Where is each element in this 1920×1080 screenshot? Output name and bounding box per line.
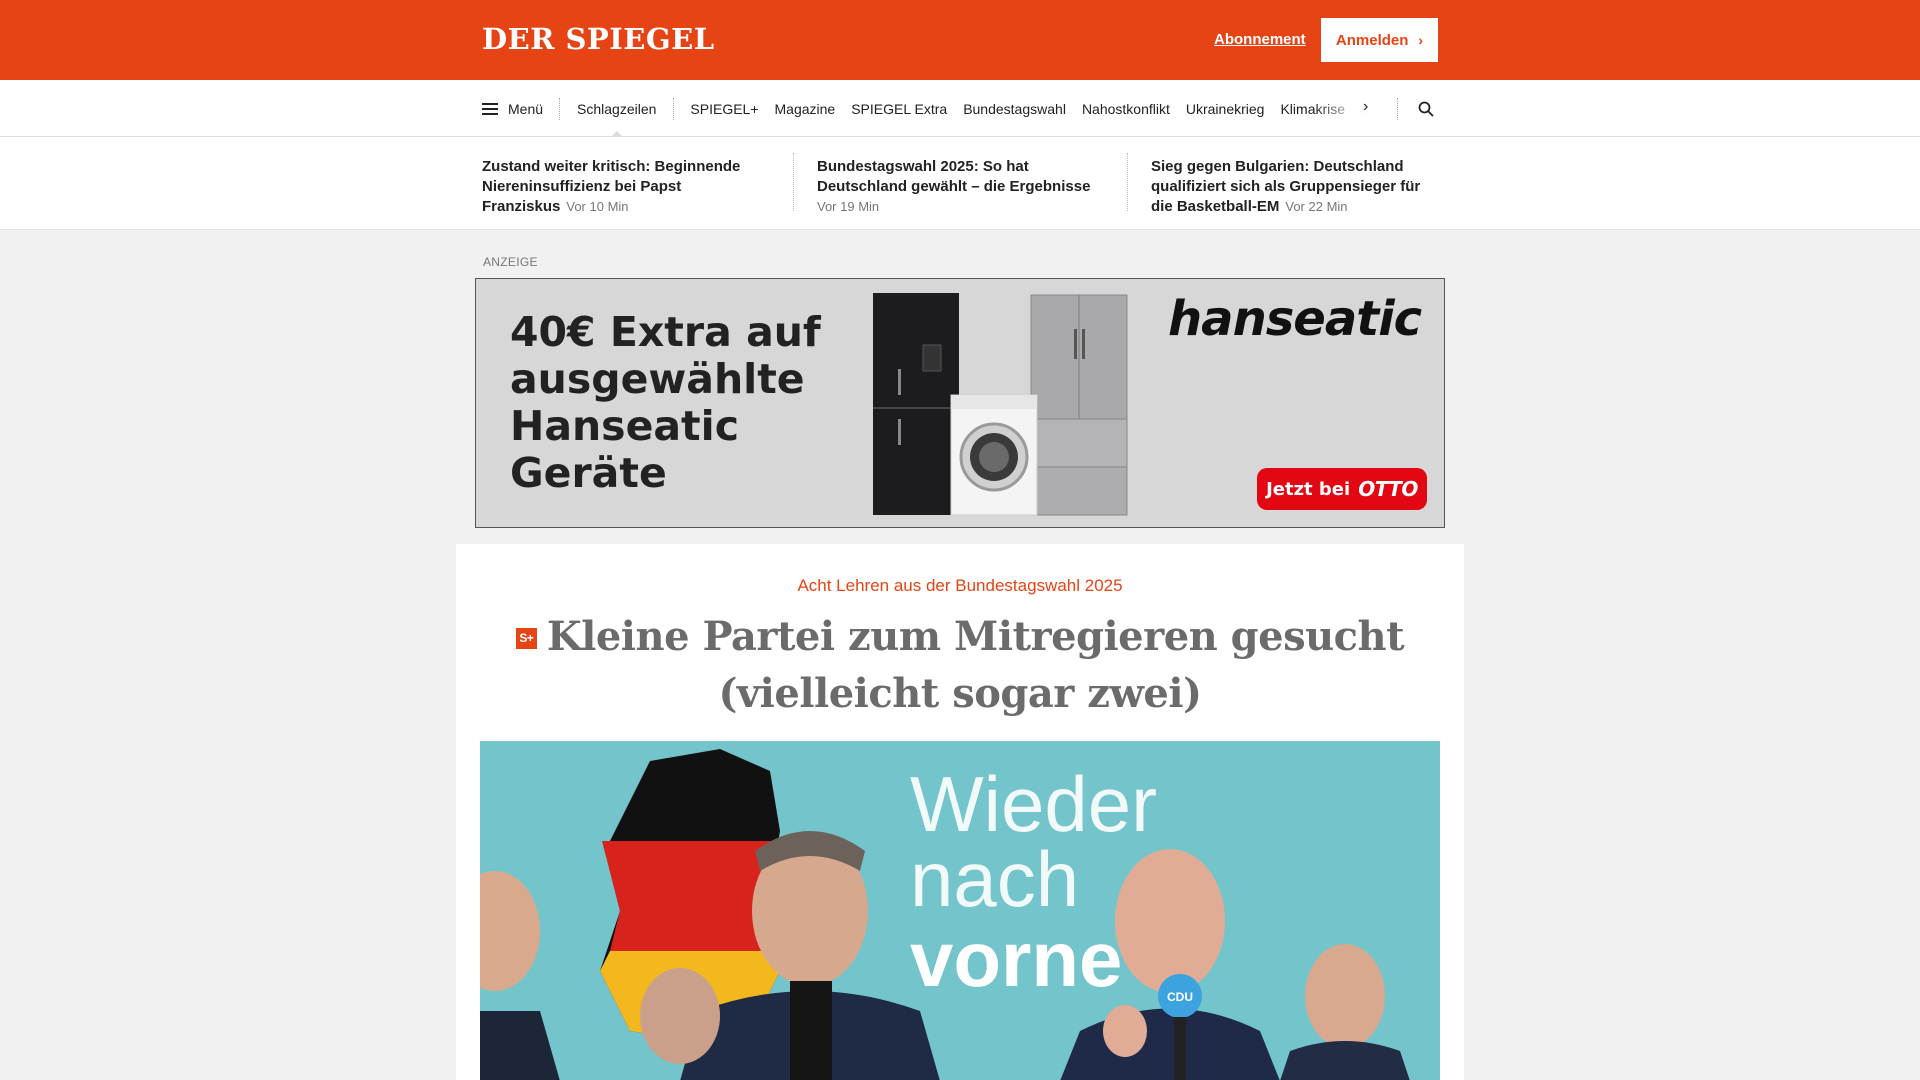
nav-item-spiegel-extra[interactable]: SPIEGEL Extra bbox=[851, 101, 947, 117]
menu-button[interactable]: Menü bbox=[482, 101, 559, 117]
breaking-item[interactable]: Sieg gegen Bulgarien: Deutschland qualif… bbox=[1151, 157, 1441, 217]
advertisement-banner[interactable]: 40€ Extra auf ausgewählte Hanseatic Gerä… bbox=[475, 278, 1445, 528]
appliances-image bbox=[873, 293, 1128, 516]
nav-item-magazine[interactable]: Magazine bbox=[775, 101, 836, 117]
breaking-time: Vor 10 Min bbox=[566, 199, 629, 214]
breaking-item[interactable]: Bundestagswahl 2025: So hat Deutschland … bbox=[817, 157, 1107, 217]
lead-article-card[interactable]: Acht Lehren aus der Bundestagswahl 2025 … bbox=[456, 544, 1464, 1080]
headline-text: Kleine Partei zum Mitregieren gesucht (v… bbox=[546, 613, 1405, 717]
nav-divider bbox=[1397, 98, 1398, 120]
hanseatic-logo: hanseatic bbox=[1168, 291, 1422, 347]
article-kicker: Acht Lehren aus der Bundestagswahl 2025 bbox=[797, 576, 1123, 595]
breaking-title: Bundestagswahl 2025: So hat Deutschland … bbox=[817, 158, 1091, 195]
nav-scroll-right-icon[interactable]: › bbox=[1363, 98, 1368, 116]
menu-label: Menü bbox=[508, 100, 544, 117]
nav-item-schlagzeilen[interactable]: Schlagzeilen bbox=[560, 80, 673, 137]
article-headline[interactable]: S+ Kleine Partei zum Mitregieren gesucht … bbox=[456, 608, 1464, 722]
breaking-time: Vor 22 Min bbox=[1285, 199, 1348, 214]
top-header: DER SPIEGEL Abonnement Anmelden › bbox=[0, 0, 1920, 80]
login-button-label: Anmelden bbox=[1335, 31, 1409, 49]
subscription-link[interactable]: Abonnement bbox=[1214, 31, 1306, 48]
microphone-label: CDU bbox=[1167, 990, 1193, 1004]
breaking-time: Vor 19 Min bbox=[817, 199, 880, 214]
hero-photo: Wieder nach vorne CDU bbox=[480, 741, 1440, 1080]
breaking-news-bar: Zustand weiter kritisch: Beginnende Nier… bbox=[0, 137, 1920, 230]
otto-logo: OTTO bbox=[1358, 477, 1418, 501]
article-hero-image[interactable]: Wieder nach vorne CDU bbox=[480, 741, 1440, 1080]
nav-item-nahostkonflikt[interactable]: Nahostkonflikt bbox=[1082, 101, 1170, 117]
otto-cta-button[interactable]: Jetzt bei OTTO bbox=[1257, 468, 1427, 510]
nav-item-ukrainekrieg[interactable]: Ukrainekrieg bbox=[1186, 101, 1265, 117]
ad-label: ANZEIGE bbox=[483, 255, 538, 269]
hero-slogan-line2: nach bbox=[910, 835, 1079, 923]
spiegel-logo[interactable]: DER SPIEGEL bbox=[482, 22, 715, 56]
main-navigation: Menü Schlagzeilen SPIEGEL+ Magazine SPIE… bbox=[0, 80, 1920, 137]
ad-headline: 40€ Extra auf ausgewählte Hanseatic Gerä… bbox=[510, 308, 821, 497]
nav-item-klimakrise[interactable]: Klimakrise bbox=[1280, 101, 1345, 117]
breaking-item[interactable]: Zustand weiter kritisch: Beginnende Nier… bbox=[482, 157, 772, 217]
nav-item-bundestagswahl[interactable]: Bundestagswahl bbox=[963, 101, 1066, 117]
login-button[interactable]: Anmelden › bbox=[1321, 18, 1438, 62]
nav-item-list: SPIEGEL+ Magazine SPIEGEL Extra Bundesta… bbox=[674, 100, 1375, 117]
search-icon[interactable] bbox=[1418, 101, 1434, 117]
breaking-divider bbox=[793, 153, 794, 211]
spiegel-plus-badge-icon: S+ bbox=[515, 628, 537, 649]
cta-label: Jetzt bei bbox=[1266, 478, 1351, 500]
chevron-right-icon: › bbox=[1418, 32, 1424, 48]
hero-slogan-line3: vorne bbox=[910, 915, 1122, 1003]
nav-item-spiegel-plus[interactable]: SPIEGEL+ bbox=[690, 101, 758, 117]
breaking-divider bbox=[1127, 153, 1128, 211]
hamburger-icon bbox=[482, 102, 498, 115]
